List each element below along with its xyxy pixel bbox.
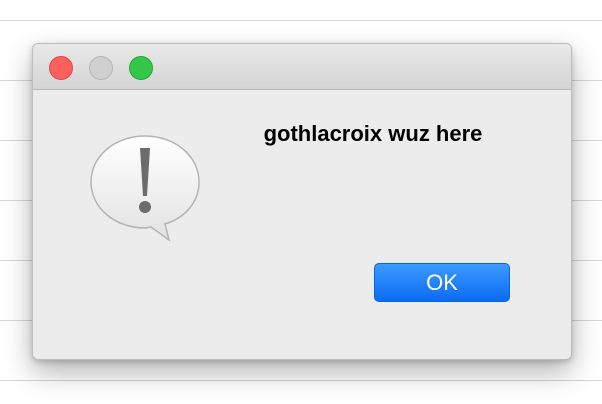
alert-dialog: gothlacroix wuz here OK bbox=[32, 43, 572, 360]
dialog-titlebar[interactable] bbox=[33, 44, 571, 90]
zoom-window-button[interactable] bbox=[129, 56, 153, 80]
background-row-divider bbox=[0, 380, 602, 381]
background-row-divider bbox=[0, 20, 602, 21]
ok-button[interactable]: OK bbox=[374, 263, 510, 302]
minimize-window-button bbox=[89, 56, 113, 80]
exclamation-speech-bubble-icon bbox=[85, 132, 205, 242]
alert-message: gothlacroix wuz here bbox=[263, 121, 483, 146]
close-window-button[interactable] bbox=[49, 56, 73, 80]
